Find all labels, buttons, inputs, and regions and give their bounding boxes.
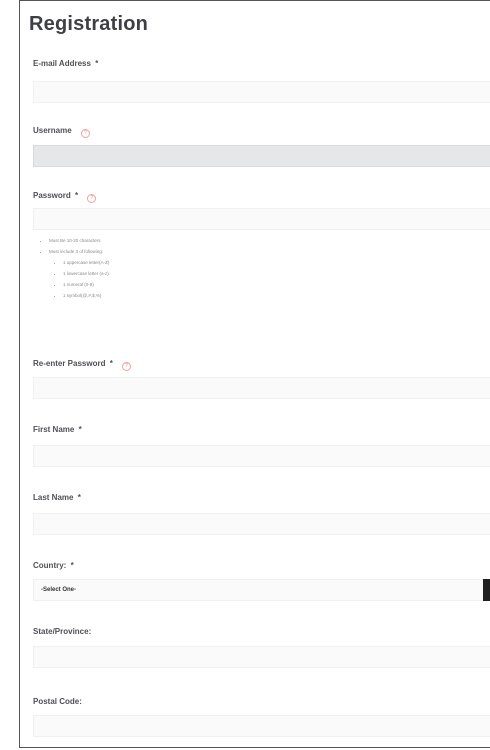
email-label: E-mail Address * [33, 59, 98, 68]
info-circle-icon[interactable]: ? [87, 194, 97, 203]
password-rule-contain: Must include 3 of following: 1 uppercase… [49, 246, 109, 301]
password-field[interactable] [33, 208, 490, 230]
password-rule-symbol: 1 symbol(@,#,$,%) [63, 290, 109, 301]
password-rule-length: Must Be 10-20 characters [49, 235, 109, 246]
first-name-label: First Name * [33, 425, 82, 434]
state-label-text: State/Province: [33, 627, 92, 636]
last-name-label: Last Name * [33, 493, 81, 502]
password-label: Password * ? [33, 191, 97, 203]
postal-code-label-text: Postal Code: [33, 697, 82, 706]
first-name-field[interactable] [33, 445, 490, 467]
state-label: State/Province: [33, 627, 91, 636]
reenter-password-label-text: Re-enter Password [33, 359, 106, 368]
info-circle-icon[interactable]: ? [122, 362, 132, 371]
postal-code-field[interactable] [33, 715, 490, 737]
page-title: Registration [29, 13, 149, 35]
password-label-text: Password [33, 191, 71, 200]
postal-code-label: Postal Code: [33, 697, 82, 706]
country-label: Country: * [33, 561, 74, 570]
password-rules-list: Must Be 10-20 characters Must include 3 … [33, 235, 109, 301]
country-select-value[interactable]: -Select One- [33, 579, 490, 601]
reenter-password-required-mark: * [109, 359, 113, 368]
email-label-text: E-mail Address [33, 59, 91, 68]
username-label-text: Username [33, 126, 72, 135]
country-required-mark: * [70, 561, 74, 570]
email-required-mark: * [95, 59, 99, 68]
password-rule-contain-text: Must include 3 of following: [49, 249, 104, 254]
last-name-field[interactable] [33, 513, 490, 535]
caret-down-icon[interactable]: ▼ [483, 579, 490, 601]
username-field[interactable] [33, 145, 490, 167]
password-rule-numeral: 1 numeral (0-9) [63, 279, 109, 290]
state-field[interactable] [33, 646, 490, 668]
last-name-label-text: Last Name [33, 493, 74, 502]
email-field[interactable] [33, 81, 490, 103]
registration-panel: Registration E-mail Address * Username ?… [19, 0, 490, 748]
first-name-label-text: First Name [33, 425, 75, 434]
country-label-text: Country: [33, 561, 67, 570]
username-label: Username ? [33, 126, 90, 138]
country-select[interactable]: -Select One- ▼ [33, 579, 490, 601]
reenter-password-field[interactable] [33, 377, 490, 399]
password-required-mark: * [75, 191, 79, 200]
info-circle-icon[interactable]: ? [80, 129, 90, 138]
password-rule-lowercase: 1 lowercase letter (a-z) [63, 268, 109, 279]
last-name-required-mark: * [77, 493, 81, 502]
reenter-password-label: Re-enter Password * ? [33, 359, 132, 371]
first-name-required-mark: * [78, 425, 82, 434]
password-rule-uppercase: 1 uppercase letter(A-Z) [63, 257, 109, 268]
